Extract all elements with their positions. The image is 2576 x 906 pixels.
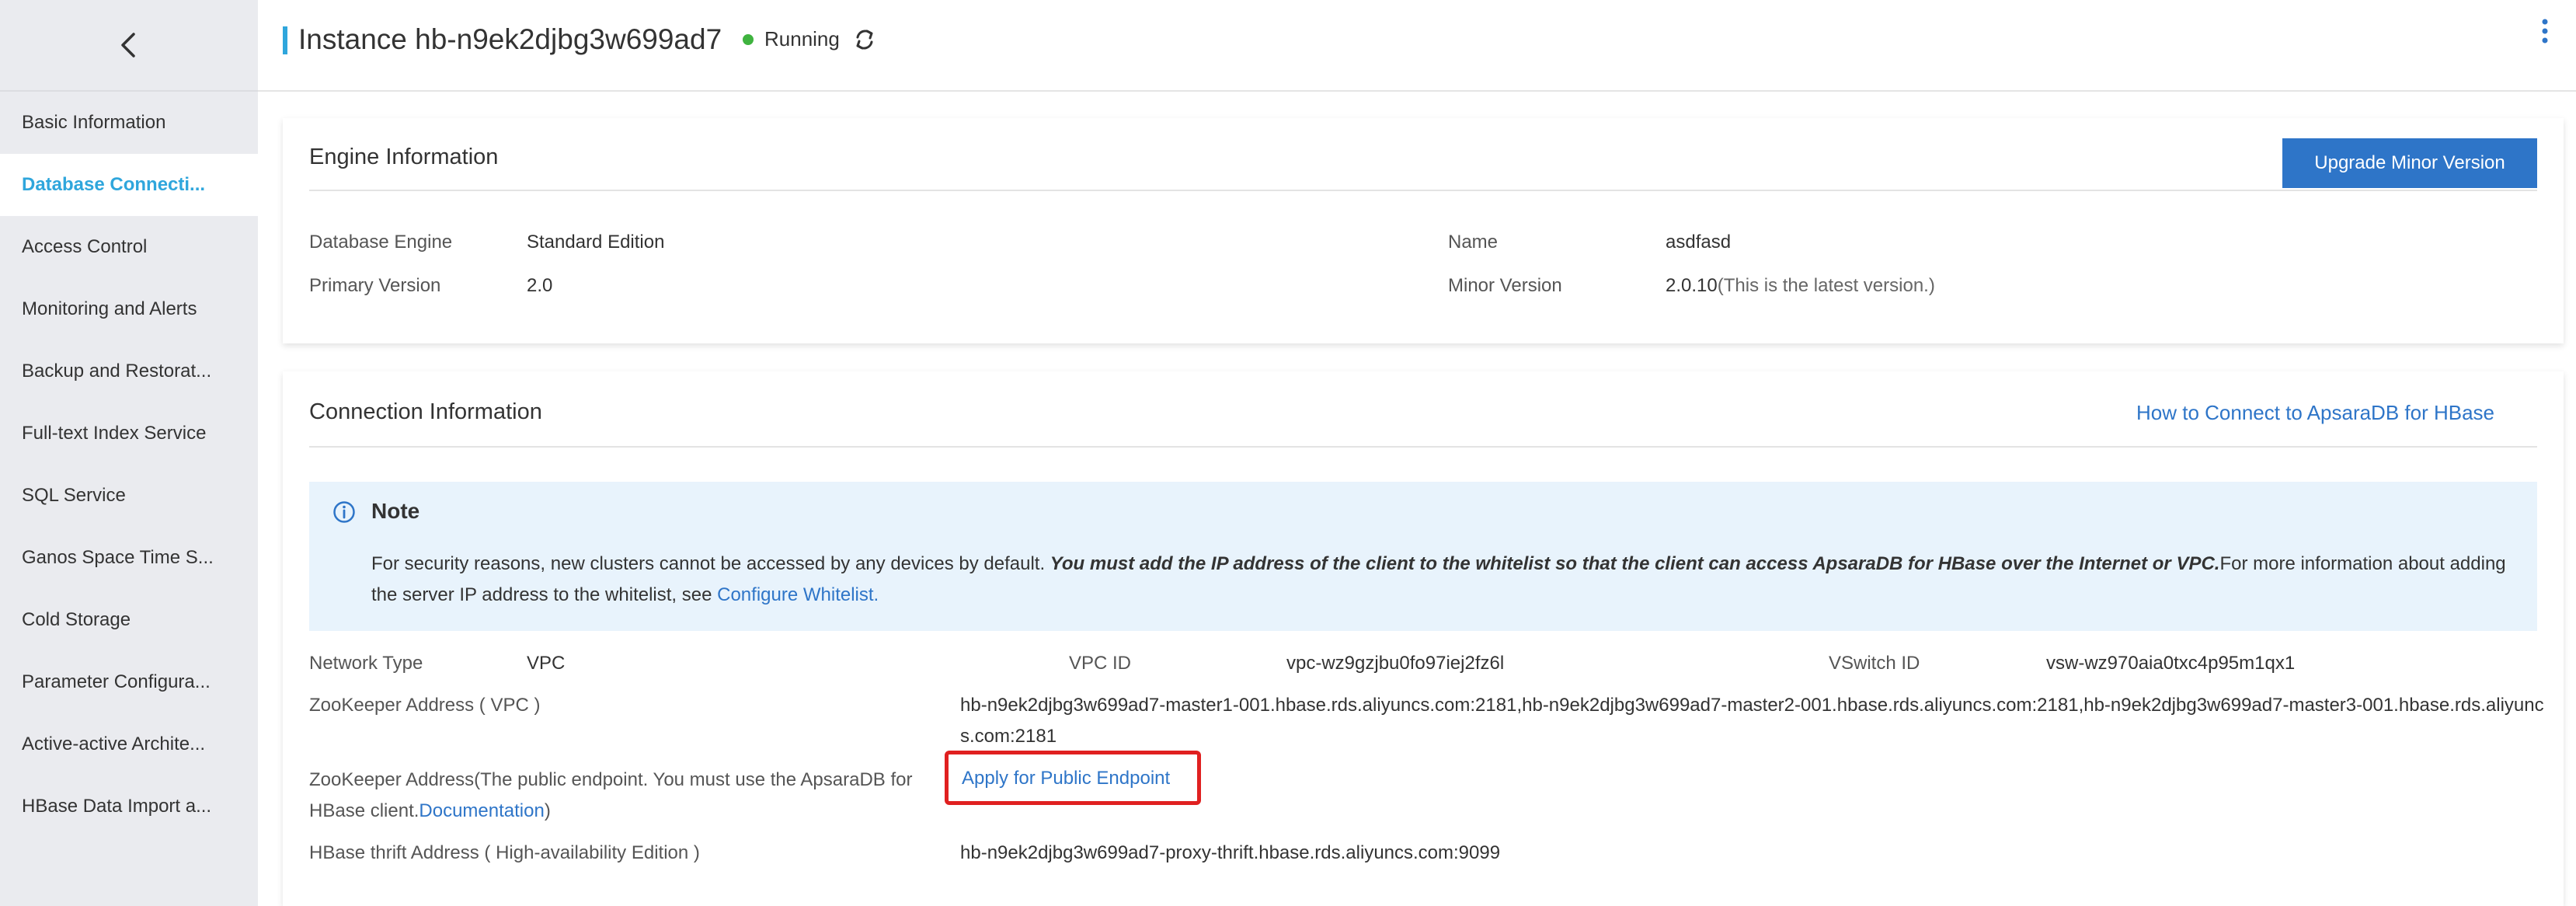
zookeeper-public-label: ZooKeeper Address(The public endpoint. Y… <box>309 765 931 827</box>
sidebar-item-label: Full-text Index Service <box>22 423 207 444</box>
sidebar-item-parameter-configuration[interactable]: Parameter Configura... <box>0 651 258 713</box>
refresh-icon[interactable] <box>853 26 876 53</box>
note-text: For security reasons, new clusters canno… <box>371 553 1050 574</box>
divider <box>309 190 2537 191</box>
sidebar-item-label: Monitoring and Alerts <box>22 298 197 319</box>
title-accent-bar <box>283 26 287 54</box>
network-type-label: Network Type <box>309 653 423 674</box>
sidebar-item-basic-information[interactable]: Basic Information <box>0 92 258 154</box>
zookeeper-vpc-address: hb-n9ek2djbg3w699ad7-master1-001.hbase.r… <box>960 695 2544 747</box>
zookeeper-public-label-close: ) <box>544 800 551 821</box>
sidebar-item-label: Database Connecti... <box>22 174 206 195</box>
vswitch-id-label: VSwitch ID <box>1829 653 1920 674</box>
sidebar-item-backup-and-restoration[interactable]: Backup and Restorat... <box>0 340 258 402</box>
sidebar-item-monitoring-and-alerts[interactable]: Monitoring and Alerts <box>0 278 258 340</box>
sidebar-item-label: Basic Information <box>22 112 166 133</box>
page-title: Instance hb-n9ek2djbg3w699ad7 <box>298 23 722 55</box>
sidebar-item-full-text-index-service[interactable]: Full-text Index Service <box>0 402 258 465</box>
upgrade-minor-version-button[interactable]: Upgrade Minor Version <box>2282 138 2537 188</box>
chevron-left-icon <box>121 33 135 57</box>
database-engine-value: Standard Edition <box>527 232 665 253</box>
sidebar-item-database-connection[interactable]: Database Connecti... <box>0 154 258 216</box>
primary-version-value: 2.0 <box>527 275 553 296</box>
note-emphasis: You must add the IP address of the clien… <box>1050 553 2220 574</box>
sidebar-item-label: HBase Data Import a... <box>22 796 212 817</box>
sidebar-item-cold-storage[interactable]: Cold Storage <box>0 589 258 651</box>
sidebar-item-label: Cold Storage <box>22 609 131 630</box>
primary-version-label: Primary Version <box>309 275 441 296</box>
zookeeper-vpc-label: ZooKeeper Address ( VPC ) <box>309 695 541 716</box>
thrift-address-label: HBase thrift Address ( High-availability… <box>309 842 700 863</box>
sidebar-item-access-control[interactable]: Access Control <box>0 216 258 278</box>
engine-information-title: Engine Information <box>309 145 499 169</box>
more-vertical-icon[interactable] <box>2539 17 2551 48</box>
sidebar: Basic Information Database Connecti... A… <box>0 0 258 906</box>
page-header: Instance hb-n9ek2djbg3w699ad7 Running <box>258 0 2576 92</box>
sidebar-item-label: Parameter Configura... <box>22 671 211 692</box>
status-badge: Running <box>764 27 840 51</box>
sidebar-item-label: Backup and Restorat... <box>22 361 212 382</box>
sidebar-item-active-active-architecture[interactable]: Active-active Archite... <box>0 713 258 775</box>
security-note: Note For security reasons, new clusters … <box>309 482 2537 631</box>
vpc-id-value: vpc-wz9gzjbu0fo97iej2fz6l <box>1286 653 1505 674</box>
minor-version-note: (This is the latest version.) <box>1717 275 1935 296</box>
thrift-address-value: hb-n9ek2djbg3w699ad7-proxy-thrift.hbase.… <box>960 842 1501 863</box>
divider <box>309 446 2537 448</box>
status-running-dot <box>743 34 754 45</box>
sidebar-item-label: Active-active Archite... <box>22 734 206 754</box>
database-engine-label: Database Engine <box>309 232 453 253</box>
connection-information-title: Connection Information <box>309 399 542 424</box>
zookeeper-public-label-text: ZooKeeper Address(The public endpoint. Y… <box>309 769 913 821</box>
vpc-id-label: VPC ID <box>1069 653 1132 674</box>
minor-version-value: 2.0.10(This is the latest version.) <box>1666 275 1935 297</box>
network-type-value: VPC <box>527 653 566 674</box>
apply-public-endpoint-link[interactable]: Apply for Public Endpoint <box>962 768 1170 789</box>
info-icon <box>333 501 355 523</box>
name-label: Name <box>1448 232 1499 253</box>
minor-version-number: 2.0.10 <box>1666 275 1718 296</box>
sidebar-item-label: Access Control <box>22 236 148 257</box>
sidebar-item-sql-service[interactable]: SQL Service <box>0 465 258 527</box>
connection-information-card: Connection Information How to Connect to… <box>283 371 2564 906</box>
how-to-connect-link[interactable]: How to Connect to ApsaraDB for HBase <box>2136 401 2494 425</box>
sidebar-item-ganos-space-time[interactable]: Ganos Space Time S... <box>0 527 258 589</box>
configure-whitelist-link[interactable]: Configure Whitelist. <box>717 584 879 605</box>
sidebar-item-hbase-data-import[interactable]: HBase Data Import a... <box>0 775 258 838</box>
back-button[interactable] <box>0 0 258 92</box>
sidebar-item-label: SQL Service <box>22 485 126 506</box>
engine-information-card: Engine Information Upgrade Minor Version… <box>283 118 2564 343</box>
name-value: asdfasd <box>1666 232 1732 253</box>
documentation-link[interactable]: Documentation <box>419 800 544 821</box>
minor-version-label: Minor Version <box>1448 275 1562 296</box>
sidebar-item-label: Ganos Space Time S... <box>22 547 214 568</box>
note-title: Note <box>371 499 420 523</box>
vswitch-id-value: vsw-wz970aia0txc4p95m1qx1 <box>2046 653 2296 674</box>
note-body: For security reasons, new clusters canno… <box>371 549 2515 611</box>
